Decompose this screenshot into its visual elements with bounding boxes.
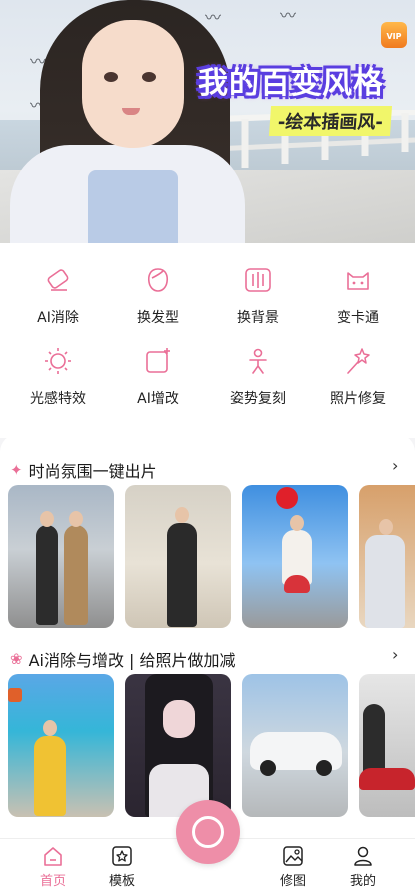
tool-label: 光感特效: [30, 391, 86, 407]
tool-ai-erase[interactable]: AI消除: [8, 265, 108, 327]
tab-label: 修图: [279, 874, 306, 888]
section-header-fashion[interactable]: ✦ 时尚氛围一键出片: [10, 458, 157, 482]
tab-mine[interactable]: 我的: [333, 845, 393, 888]
vip-badge[interactable]: VIP: [381, 22, 407, 48]
sparkle-icon: ✦: [10, 461, 23, 479]
pose-icon: [243, 346, 273, 376]
template-star-icon: [111, 845, 133, 867]
thumbnail-figure: [36, 525, 58, 625]
tool-label: 变卡通: [337, 310, 379, 326]
balloon-icon: [276, 487, 298, 509]
tool-label: 姿势复刻: [230, 391, 286, 407]
tool-background[interactable]: 换背景: [208, 265, 308, 327]
chevron-right-icon[interactable]: ›: [392, 456, 398, 475]
thumbnail-face: [163, 700, 195, 738]
background-icon: [243, 265, 273, 295]
magic-wand-icon: [343, 346, 373, 376]
illustration-girl-face: [82, 20, 184, 148]
tool-label: 照片修复: [330, 391, 386, 407]
illustration-eye: [142, 72, 156, 82]
tool-ai-edit[interactable]: AI增改: [108, 346, 208, 408]
tool-light-effect[interactable]: 光感特效: [8, 346, 108, 408]
thumbnail-wheel: [260, 760, 276, 776]
tab-template[interactable]: 模板: [92, 845, 152, 888]
tab-home[interactable]: 首页: [23, 845, 83, 888]
eraser-icon: [43, 265, 73, 295]
thumbnail-wheel: [316, 760, 332, 776]
thumbnail-figure: [363, 704, 385, 774]
app-screen: 〰 〰 〰 〰 我的百变风格 -绘本插画风- VIP AI消除 换发型 换背景 …: [0, 0, 415, 888]
content-card: ✦ 时尚氛围一键出片 › ❀ Ai消除与增改 | 给照片做加减 ›: [0, 434, 415, 838]
thumbnail-head: [175, 507, 189, 523]
thumbnail-figure: [284, 575, 310, 593]
flower-icon: ❀: [10, 650, 23, 668]
tab-label: 首页: [39, 874, 66, 888]
thumbnail-figure: [34, 736, 66, 816]
section-title: 时尚氛围一键出片: [28, 462, 157, 481]
tab-label: 模板: [108, 874, 135, 888]
user-icon: [352, 845, 374, 867]
cartoon-cat-icon: [343, 265, 373, 295]
thumbnail-head: [290, 515, 304, 531]
banner-title: 我的百变风格: [198, 66, 384, 101]
thumbnail-card[interactable]: [8, 485, 114, 628]
illustration-eye: [104, 72, 118, 82]
tool-cartoon[interactable]: 变卡通: [308, 265, 408, 327]
tool-label: AI增改: [137, 391, 179, 407]
thumbnail-head: [69, 511, 83, 527]
thumbnail-head: [379, 519, 393, 535]
camera-button[interactable]: [176, 800, 240, 864]
thumbnail-shoe: [359, 768, 415, 790]
thumbnail-figure: [64, 525, 88, 625]
thumbnail-figure: [365, 535, 405, 628]
thumbnail-card[interactable]: [242, 485, 348, 628]
sun-icon: [43, 346, 73, 376]
thumbnail-card[interactable]: [125, 674, 231, 817]
tool-grid: AI消除 换发型 换背景 变卡通 光感特效 AI增改 姿势复刻 照片修复: [0, 243, 415, 438]
tool-pose-copy[interactable]: 姿势复刻: [208, 346, 308, 408]
ai-edit-icon: [143, 346, 173, 376]
camera-ring-icon: [192, 816, 224, 848]
hero-banner[interactable]: 〰 〰 〰 〰 我的百变风格 -绘本插画风- VIP: [0, 0, 415, 243]
illustration-girl-blouse: [88, 170, 178, 243]
seagull-icon: 〰: [205, 8, 222, 27]
thumbnail-card[interactable]: [125, 485, 231, 628]
hairstyle-icon: [143, 265, 173, 295]
thumbnail-head: [43, 720, 57, 736]
thumbnail-card[interactable]: [242, 674, 348, 817]
tool-label: 换背景: [237, 310, 279, 326]
thumbnail-figure: [167, 523, 197, 627]
thumbnail-card[interactable]: [359, 674, 415, 817]
image-edit-icon: [282, 845, 304, 867]
tool-photo-repair[interactable]: 照片修复: [308, 346, 408, 408]
thumbnail-head: [40, 511, 54, 527]
thumbnail-card[interactable]: [359, 485, 415, 628]
banner-subtitle: -绘本插画风-: [268, 106, 393, 136]
tool-label: 换发型: [137, 310, 179, 326]
tab-retouch[interactable]: 修图: [263, 845, 323, 888]
tool-label: AI消除: [37, 310, 79, 326]
tab-label: 我的: [349, 874, 376, 888]
tool-hairstyle[interactable]: 换发型: [108, 265, 208, 327]
seagull-icon: 〰: [280, 6, 297, 25]
home-icon: [42, 845, 64, 867]
thumbnail-card[interactable]: [8, 674, 114, 817]
section-title: Ai消除与增改 | 给照片做加减: [28, 651, 236, 670]
section-header-ai-edit[interactable]: ❀ Ai消除与增改 | 给照片做加减: [10, 647, 236, 671]
sign-icon: [8, 688, 22, 702]
chevron-right-icon[interactable]: ›: [392, 645, 398, 664]
